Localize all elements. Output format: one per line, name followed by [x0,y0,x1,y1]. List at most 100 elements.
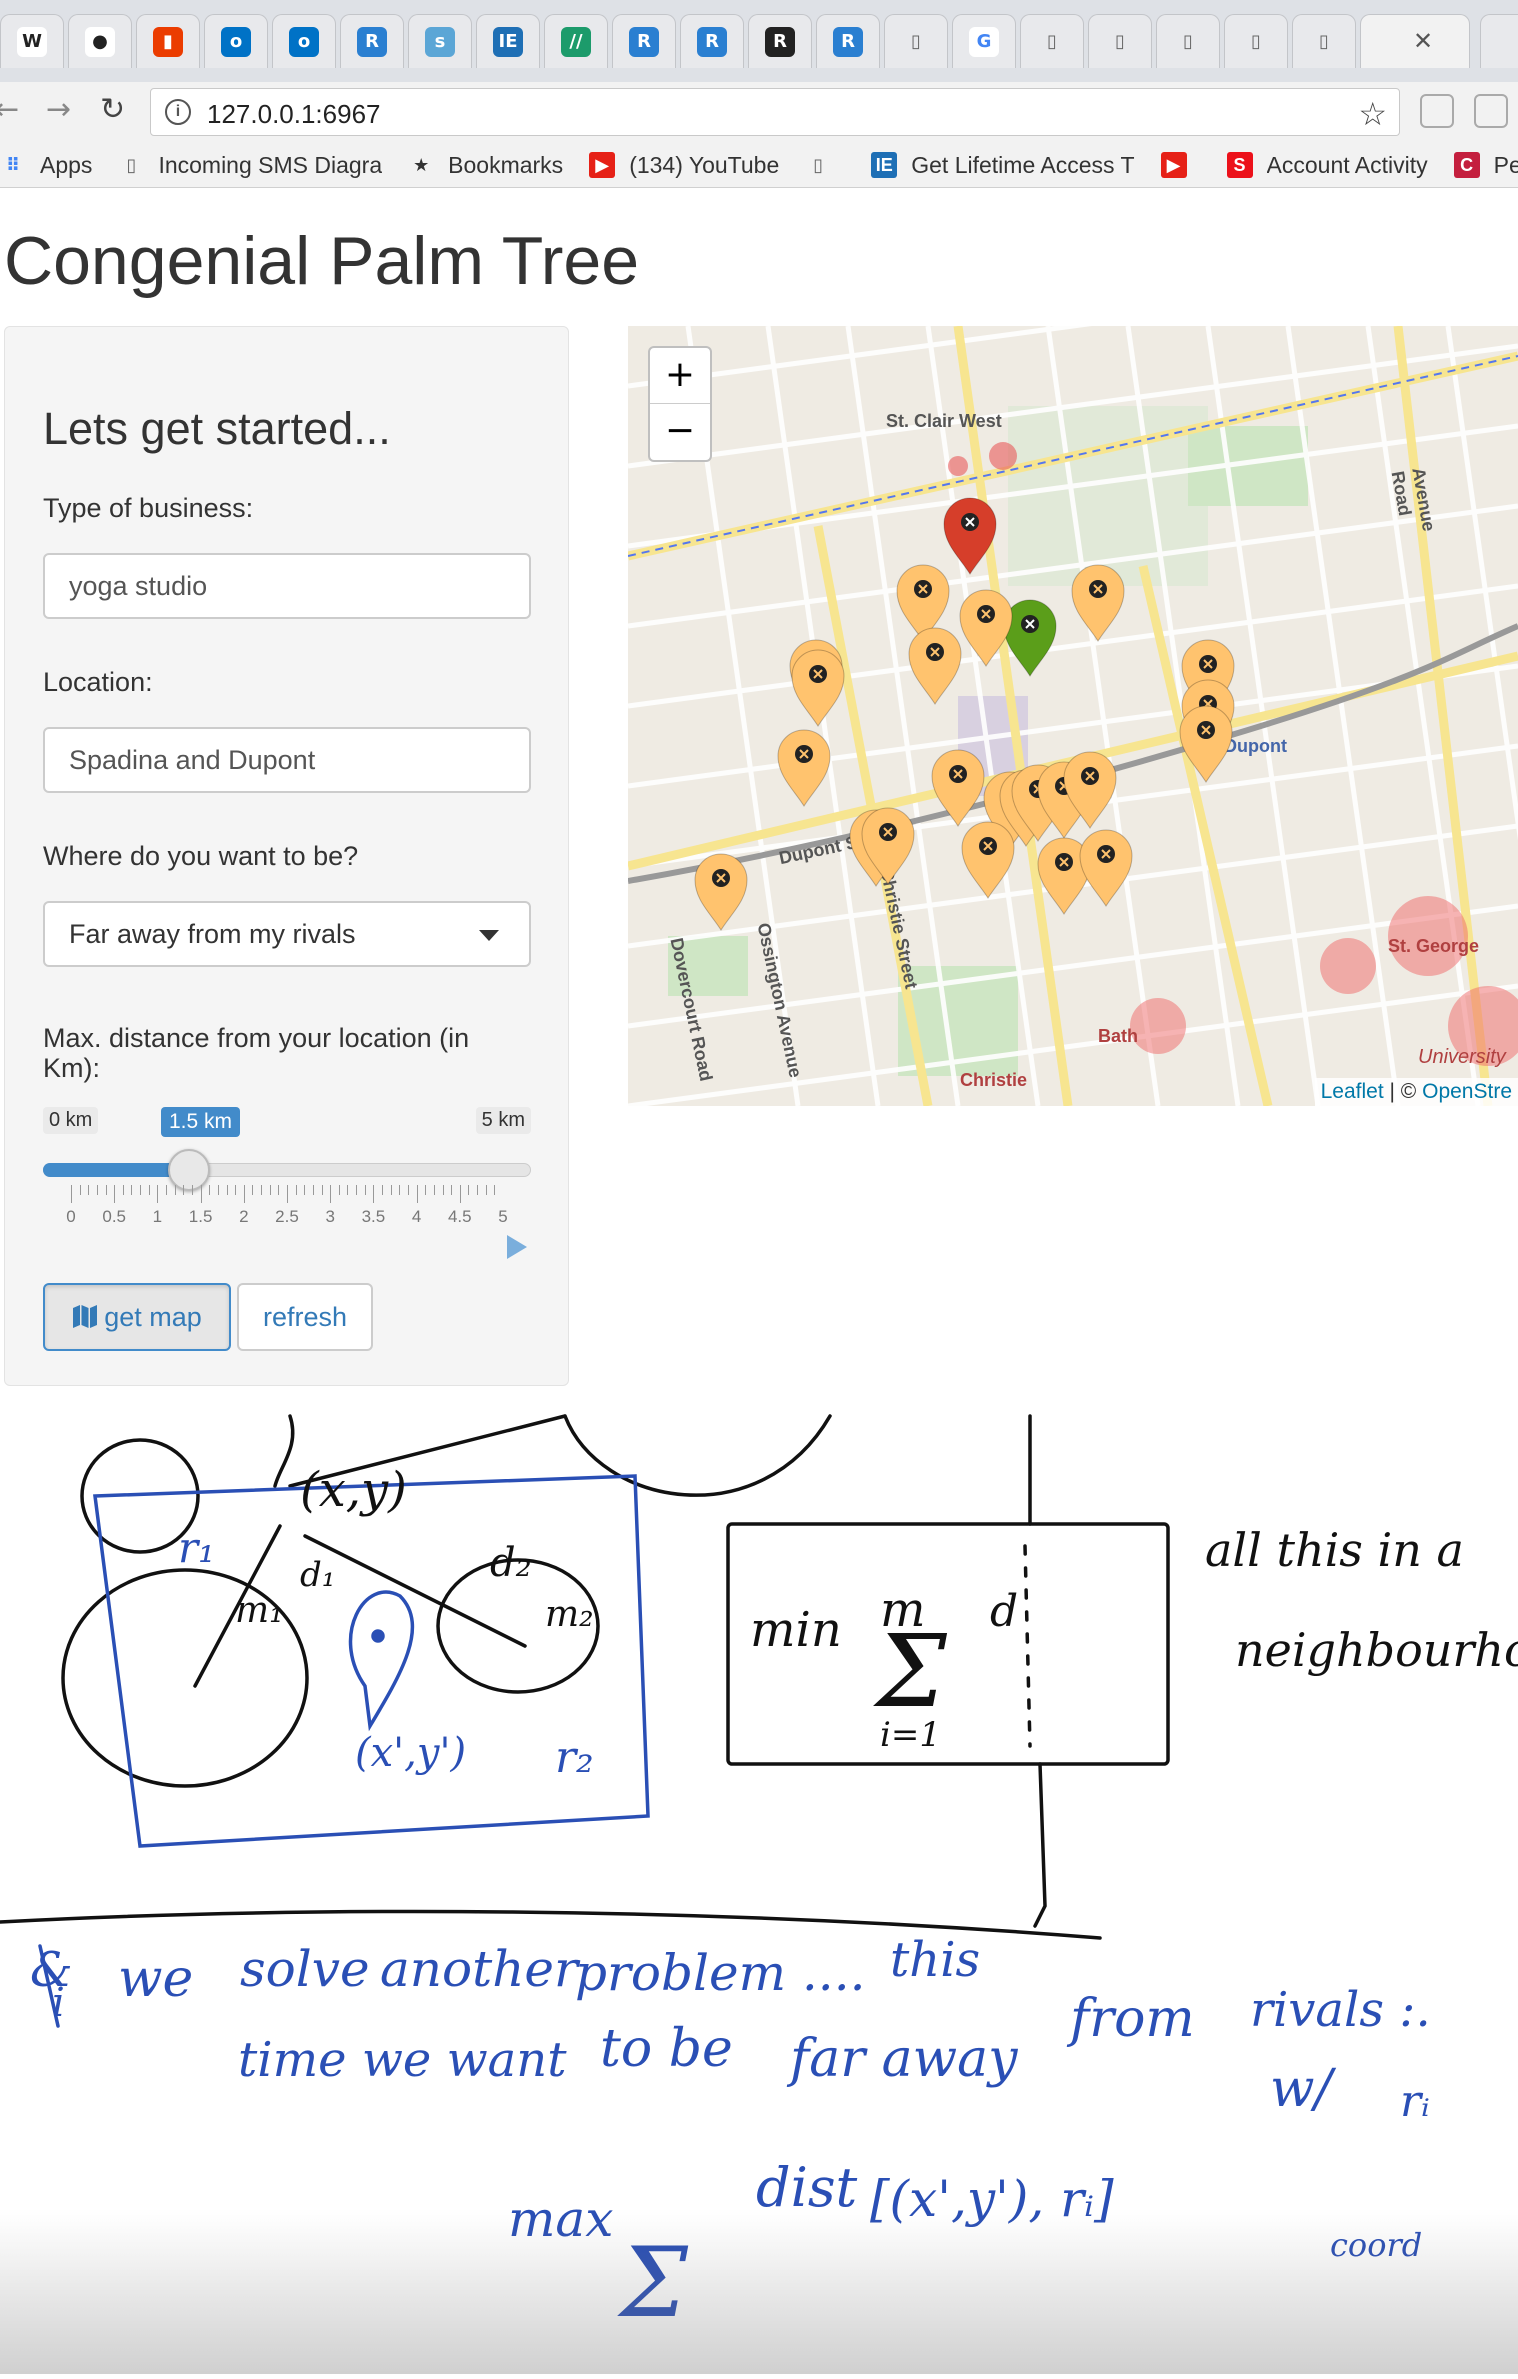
handwritten-text: rᵢ [1400,2076,1430,2127]
bookmarks-bar: ⠿ Apps ▯ Incoming SMS Diagra ★ Bookmarks ▶ (134… [0,142,1518,188]
slider-tick [278,1185,280,1195]
bookmark-label: Incoming SMS Diagra [158,151,383,178]
slider-tick-label: 4 [411,1207,422,1226]
rival-marker-icon[interactable] [1071,564,1125,642]
forward-arrow-icon[interactable]: → [46,92,71,127]
browser-tab[interactable]: G [952,14,1016,68]
extension-icon[interactable] [1474,94,1508,128]
zoom-in-button[interactable]: + [650,348,710,404]
browser-tab[interactable]: R [340,14,404,68]
slider-tick [459,1185,461,1203]
refresh-button[interactable]: refresh [237,1283,373,1351]
browser-tab[interactable]: R [680,14,744,68]
github-icon: ● [85,26,115,57]
browser-tab[interactable]: W [0,14,64,68]
handwritten-text: (x,y) [300,1462,407,1518]
slider-tick [226,1185,228,1195]
browser-tab[interactable]: ▯ [884,14,948,68]
slider-tick [390,1185,392,1195]
rival-marker-icon[interactable] [961,821,1015,899]
handwritten-text: time we want [238,2032,567,2088]
rival-marker-icon[interactable] [791,649,845,727]
bookmark-item[interactable]: ▯ Incoming SMS Diagra [118,152,382,179]
bookmark-item[interactable]: ▶ [1160,152,1201,178]
back-arrow-icon[interactable]: ← [0,92,19,127]
handwritten-text: another [380,1940,581,1998]
slider-tick [356,1185,358,1195]
rival-marker-icon[interactable] [931,749,985,827]
bookmark-item[interactable]: ▯ [805,152,845,178]
close-tab-icon[interactable]: ✕ [1413,27,1433,56]
business-input[interactable]: yoga studio [43,553,531,619]
handwritten-text: we [118,1949,193,2009]
slider-tick-label: 0 [66,1207,76,1226]
location-input[interactable]: Spadina and Dupont [43,727,531,793]
distance-slider[interactable]: 0 km 5 km 1.5 km 0 0.5 1 1.5 2 2.5 3 3.5 4 4.5 5 [43,1107,531,1259]
target-marker-icon[interactable] [943,497,997,575]
slider-tick [183,1185,185,1195]
url-text[interactable]: 127.0.0.1:6967 [207,99,381,130]
bottom-shadow [0,2214,1518,2374]
browser-tab[interactable]: o [204,14,268,68]
browser-tab[interactable]: ▯ [1088,14,1152,68]
bookmark-item[interactable]: ⠿ Apps [0,152,92,179]
browser-tab-active[interactable]: ✕ [1360,14,1470,68]
browser-tab[interactable]: s [408,14,472,68]
bookmark-item[interactable]: IE Get Lifetime Access T [871,152,1135,179]
browser-tab[interactable]: o [272,14,336,68]
rival-marker-icon[interactable] [1079,829,1133,907]
get-map-button[interactable]: get map [43,1283,231,1351]
handwritten-text: m₁ [235,1590,284,1631]
youtube-icon: ▶ [1160,152,1187,178]
bookmark-item[interactable]: ▶ (134) YouTube [589,152,779,179]
bookmark-item[interactable]: C Pe [1453,152,1518,179]
leaflet-map[interactable]: St. Clair West Dupont St. George Bath Ch… [628,326,1518,1106]
browser-tab[interactable]: R [612,14,676,68]
browser-tab[interactable]: ● [68,14,132,68]
where-select[interactable]: Far away from my rivals [43,901,531,967]
extension-icon[interactable] [1420,94,1454,128]
browser-tab[interactable]: ▯ [1224,14,1288,68]
info-icon[interactable]: i [165,99,191,125]
new-tab-button[interactable] [1480,14,1518,68]
leaflet-link[interactable]: Leaflet [1321,1080,1384,1103]
slider-tick [321,1185,323,1195]
browser-tab[interactable]: ▯ [1292,14,1356,68]
handwritten-text: rivals :. [1250,1982,1431,2038]
handwritten-text: w/ [1270,2059,1337,2119]
handwritten-text: dist [756,2156,858,2219]
slider-tick [485,1185,487,1195]
bookmark-item[interactable]: S Account Activity [1226,152,1428,179]
rival-marker-icon[interactable] [777,729,831,807]
browser-tab[interactable]: ▯ [1156,14,1220,68]
rival-marker-icon[interactable] [908,627,962,705]
handwritten-text: from [1066,1989,1195,2049]
attribution-separator: | © [1383,1080,1423,1103]
handwritten-text: this [890,1932,980,1988]
osm-link[interactable]: OpenStre [1422,1080,1512,1103]
slider-tick [235,1185,237,1195]
rival-marker-icon[interactable] [959,589,1013,667]
handwritten-text: all this in a [1205,1523,1464,1577]
bookmark-star-icon[interactable]: ☆ [1358,95,1387,133]
browser-tab[interactable]: R [816,14,880,68]
address-bar[interactable]: i 127.0.0.1:6967 ☆ [150,88,1400,136]
handwritten-notes: (x,y) d₁ d₂ m₁ m₂ min m d i=1 all this in a neighb… [0,1386,1518,2374]
slider-tick [269,1185,271,1195]
sidebar-panel: Lets get started... Type of business: yo… [4,326,569,1386]
rival-marker-icon[interactable] [694,853,748,931]
zoom-out-button[interactable]: − [650,404,710,460]
browser-tab[interactable]: // [544,14,608,68]
play-icon[interactable] [507,1235,527,1259]
handwritten-text: problem .... [575,1944,865,2002]
browser-tab[interactable]: IE [476,14,540,68]
browser-tab[interactable]: ▯ [1020,14,1084,68]
rival-marker-icon[interactable] [1179,705,1233,783]
browser-tab[interactable]: ▮ [136,14,200,68]
where-select-value: Far away from my rivals [69,919,356,949]
outlook-icon: o [289,26,319,57]
ie-icon: IE [493,26,523,57]
browser-tab[interactable]: R [748,14,812,68]
reload-icon[interactable]: ↻ [100,92,125,127]
bookmark-item[interactable]: ★ Bookmarks [408,152,563,179]
